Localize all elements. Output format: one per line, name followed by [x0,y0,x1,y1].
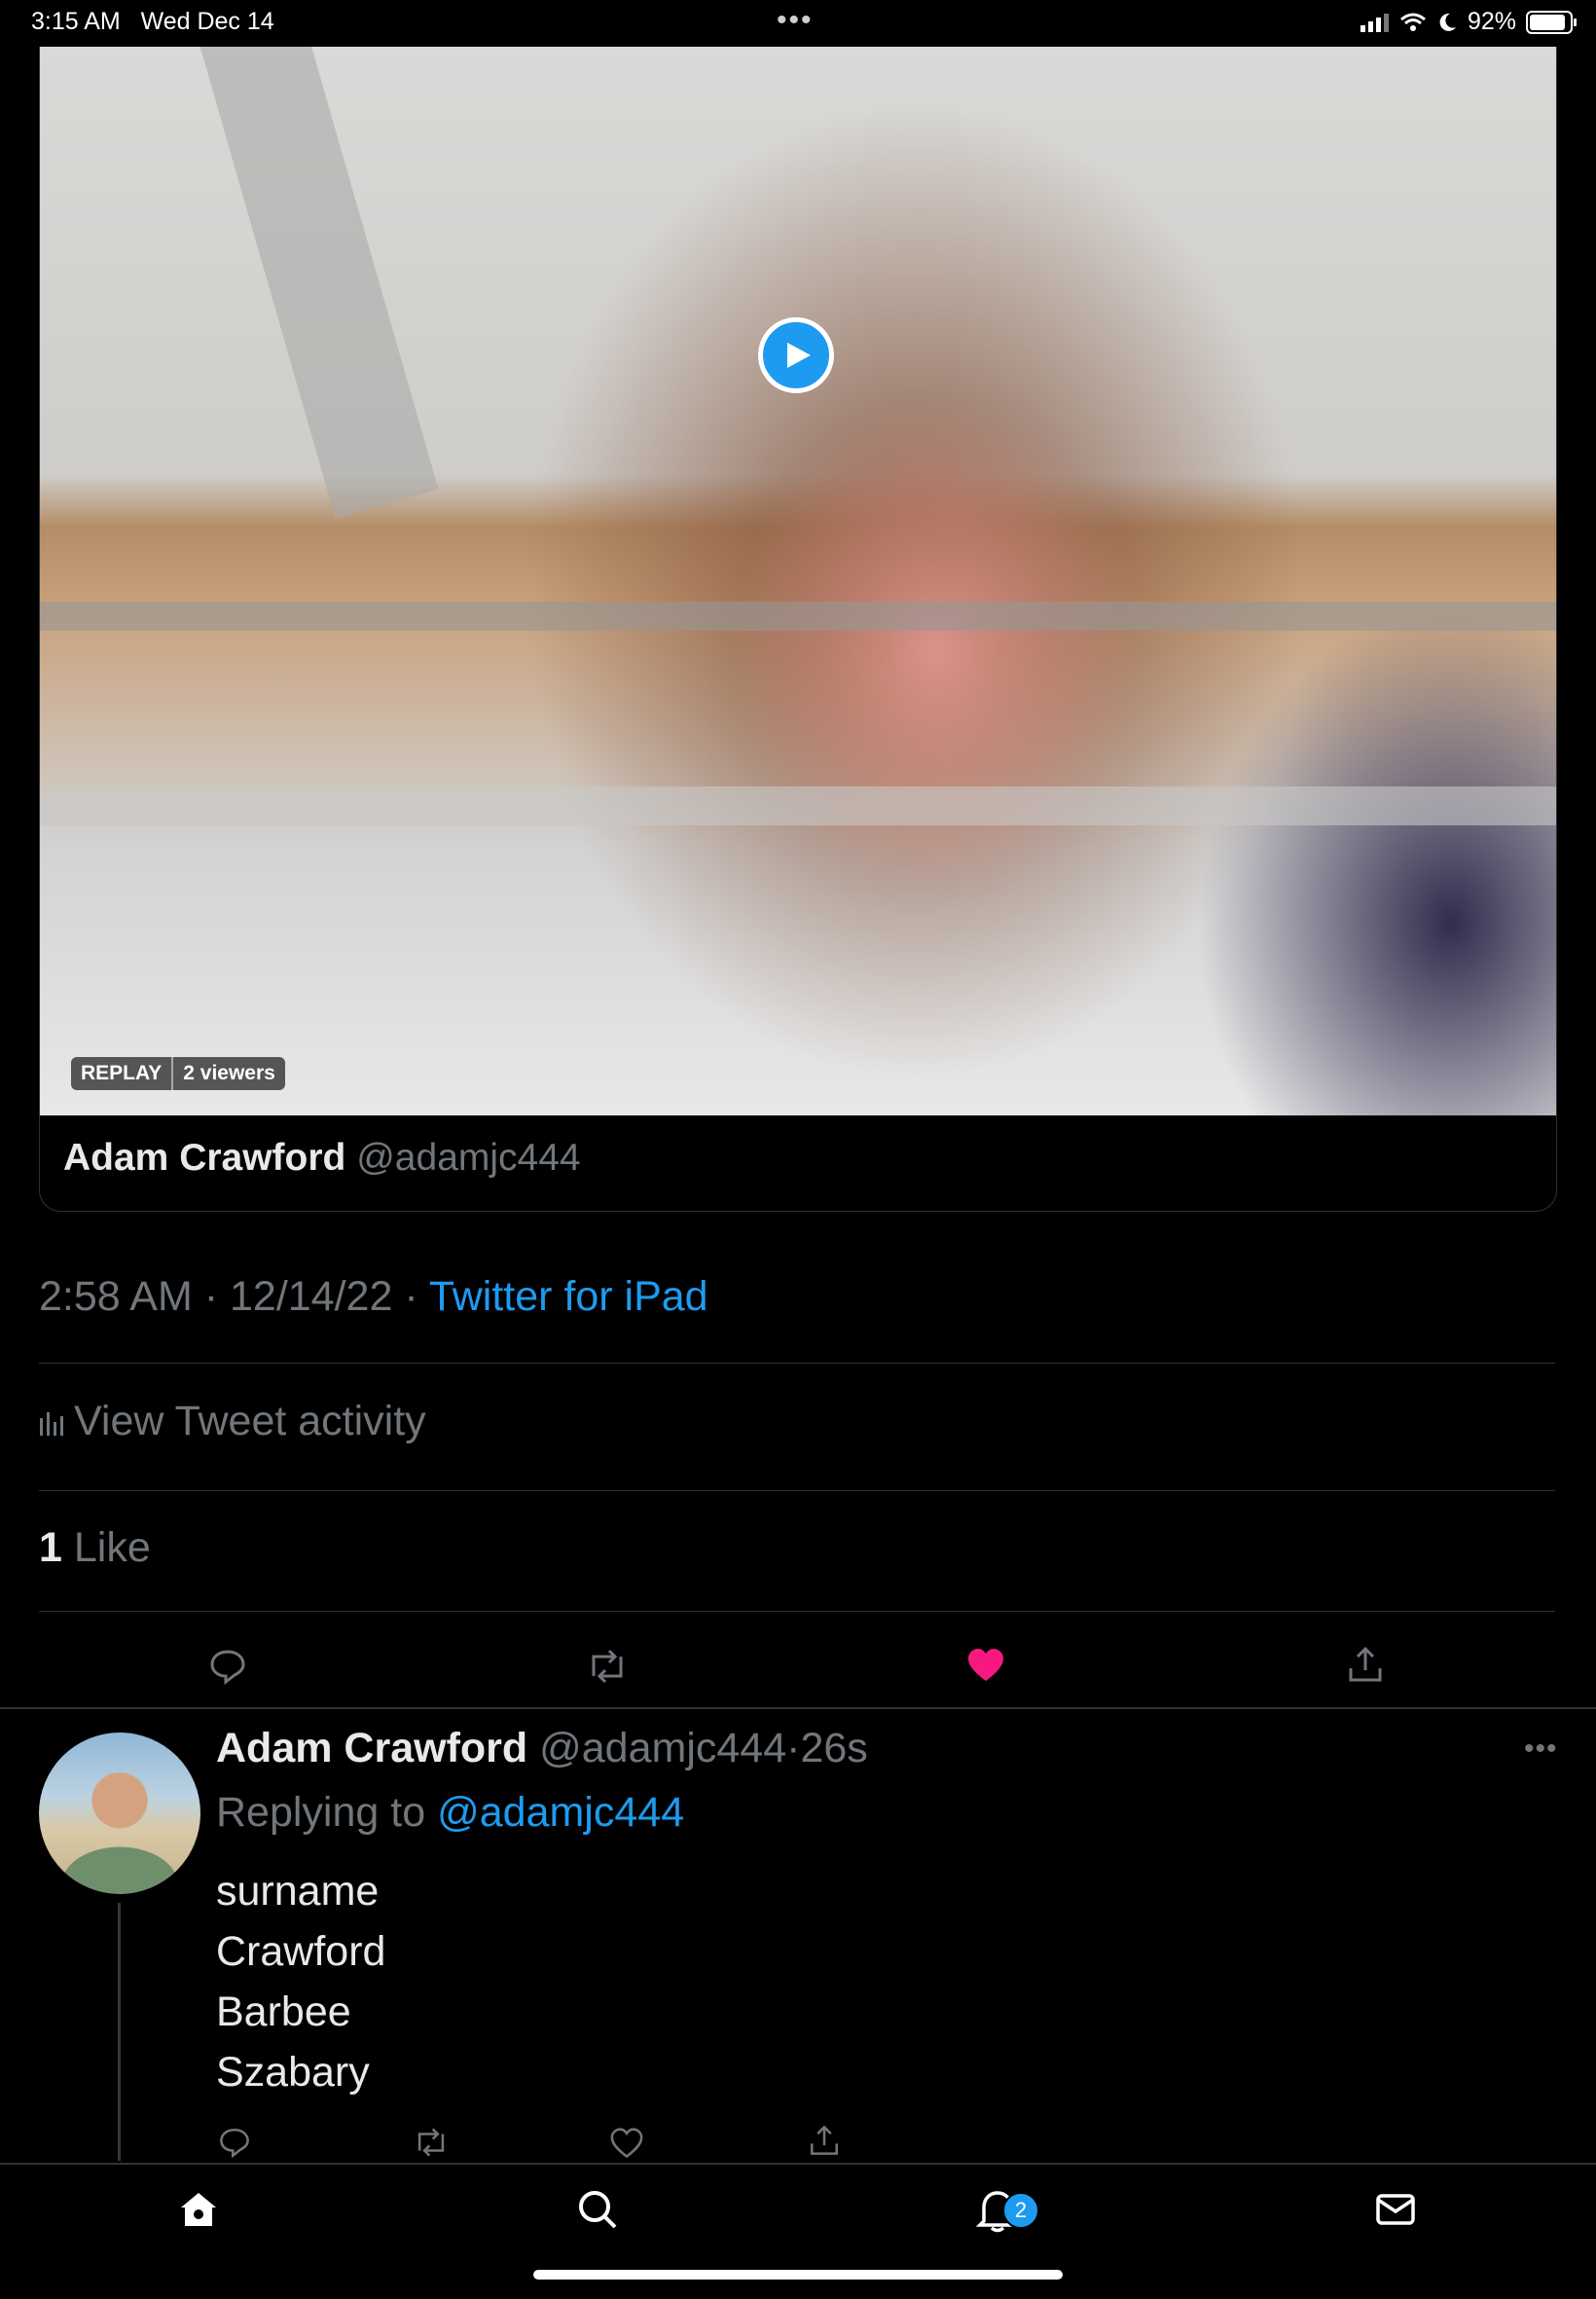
tweet-actions [0,1643,1596,1692]
replying-to: Replying to @adamjc444 [216,1789,685,1836]
battery-percent: 92% [1467,8,1516,35]
reply-body: surname Crawford Barbee Szabary [216,1868,386,2096]
divider [39,1611,1555,1612]
share-icon[interactable] [1346,1645,1385,1689]
reply-age: 26s [800,1725,868,1771]
reply-header[interactable]: Adam Crawford @adamjc444·26s [216,1725,868,1772]
liked-heart-icon[interactable] [966,1647,1005,1689]
embedded-broadcast-card[interactable]: REPLAY 2 viewers Adam Crawford @adamjc44… [39,47,1557,1212]
replying-to-handle[interactable]: @adamjc444 [437,1789,684,1836]
tweet-timestamp: 2:58 AM · 12/14/22 · Twitter for iPad [39,1273,708,1320]
avatar[interactable] [39,1733,200,1894]
activity-label: View Tweet activity [74,1398,426,1444]
more-options-icon[interactable]: ••• [1524,1733,1558,1766]
card-author[interactable]: Adam Crawford @adamjc444 [63,1137,581,1180]
play-icon[interactable] [758,317,834,393]
messages-envelope-icon[interactable] [1374,2188,1417,2236]
likes-count[interactable]: 1 Like [39,1524,151,1572]
divider [39,1363,1555,1364]
retweet-icon[interactable] [586,1647,629,1691]
reply-author-handle: @adamjc444 [539,1725,787,1771]
share-icon[interactable] [808,2124,841,2162]
divider [39,1490,1555,1491]
video-player[interactable]: REPLAY 2 viewers [40,47,1556,1115]
retweet-icon[interactable] [413,2126,450,2164]
multitasking-dots[interactable]: ••• [777,4,814,37]
status-bar: 3:15 AM Wed Dec 14 ••• 92% [0,0,1596,47]
reply-actions [0,2122,1596,2161]
card-author-handle: @adamjc444 [356,1137,581,1179]
wifi-icon [1399,13,1426,31]
divider [0,1707,1596,1709]
viewers-label: 2 viewers [171,1057,285,1090]
analytics-icon [40,1411,63,1436]
home-indicator[interactable] [533,2270,1063,2280]
battery-icon [1526,10,1577,34]
view-tweet-activity[interactable]: View Tweet activity [39,1398,426,1445]
home-icon[interactable] [177,2188,220,2236]
replay-label: REPLAY [71,1057,172,1090]
status-time: 3:15 AM Wed Dec 14 [31,8,274,35]
card-author-name: Adam Crawford [63,1137,346,1179]
moon-icon [1439,13,1456,31]
reply-author-name: Adam Crawford [216,1725,528,1771]
tweet-source-link[interactable]: Twitter for iPad [429,1273,708,1320]
replay-badge: REPLAY 2 viewers [71,1057,285,1090]
status-indicators: 92% [1360,8,1577,36]
notification-count-badge: 2 [1002,2192,1039,2229]
reply-icon[interactable] [208,1647,247,1691]
search-icon[interactable] [576,2188,619,2236]
like-icon[interactable] [610,2128,643,2164]
reply-icon[interactable] [218,2126,251,2164]
signal-icon [1360,13,1389,32]
